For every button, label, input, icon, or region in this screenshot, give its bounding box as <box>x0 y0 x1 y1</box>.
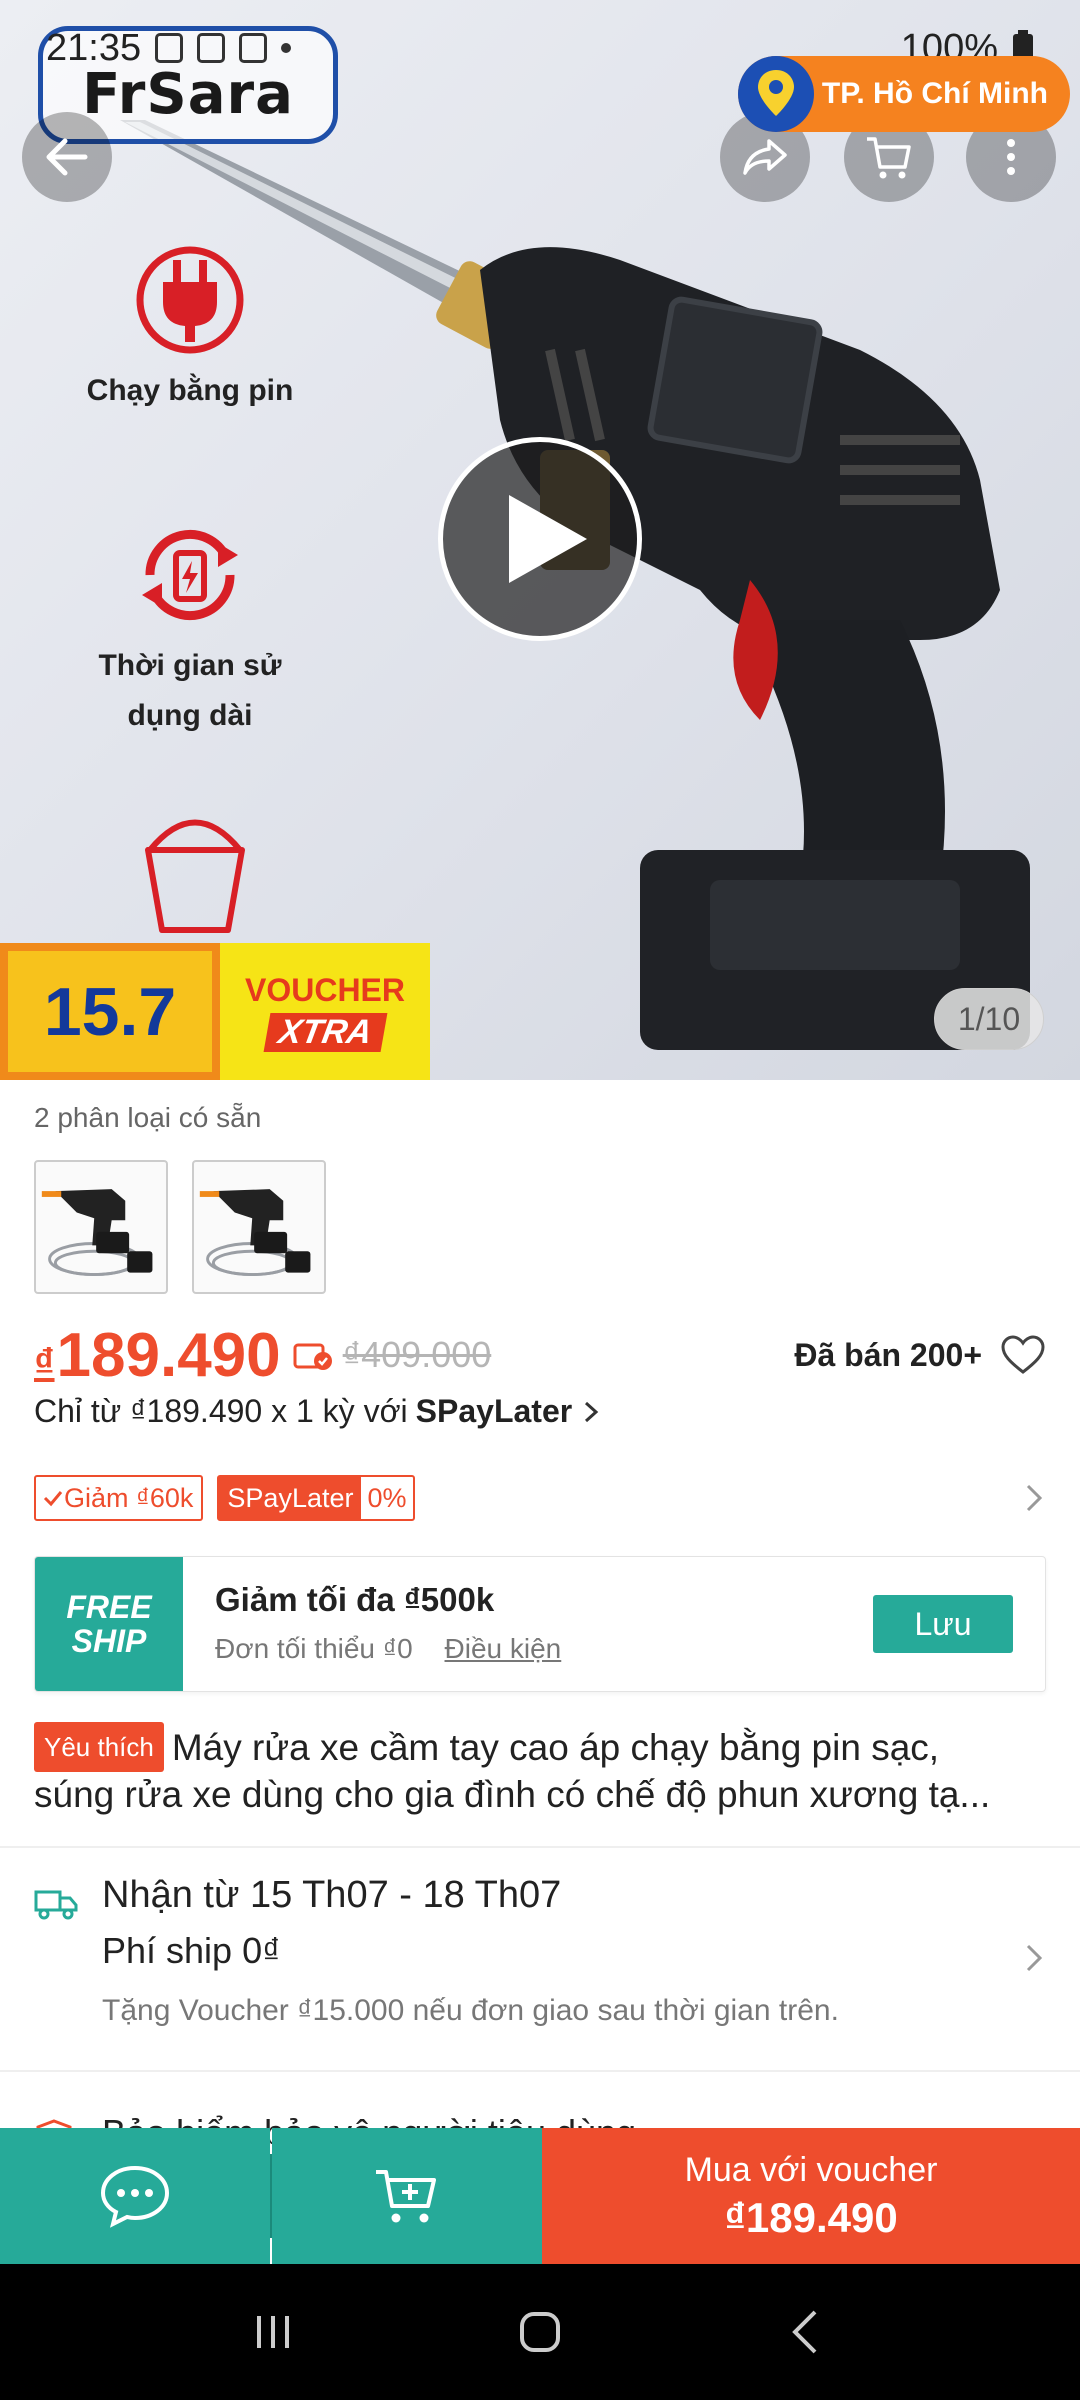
conditions-link[interactable]: Điều kiện <box>445 1633 562 1664</box>
feature-battery-label: Chạy bằng pin <box>86 374 294 407</box>
doc-notification-icon <box>155 33 184 63</box>
chat-icon <box>100 2165 170 2228</box>
back-icon[interactable] <box>777 2302 837 2362</box>
voucher-date: 15.7 <box>0 943 220 1080</box>
check-icon <box>43 1491 63 1507</box>
divider <box>0 1846 1080 1848</box>
status-time: 21:35 <box>46 26 142 69</box>
shipping-fee: Phí ship 0₫ <box>102 1930 281 1971</box>
clock-notification-icon <box>239 33 268 63</box>
image-counter: 1/10 <box>934 988 1044 1050</box>
price-row: ₫189.490 ₫409.000 Đã bán 200+ <box>34 1310 1046 1400</box>
chevron-right-icon <box>1026 1944 1043 1972</box>
gallery-notification-icon <box>197 33 226 63</box>
notification-icons <box>155 33 292 63</box>
variant-thumbnail[interactable] <box>34 1160 168 1294</box>
freeship-logo: FREE SHIP <box>35 1557 183 1691</box>
product-image-carousel[interactable]: 21:35 100% FrSara TP. Hồ Chí Minh Chạy b… <box>0 0 1080 1080</box>
location-pin-icon <box>737 56 814 132</box>
current-price: ₫189.490 <box>34 1320 281 1390</box>
play-icon <box>509 495 587 583</box>
feature-battery: Chạy bằng pin <box>60 240 320 416</box>
voucher-xtra-banner: 15.7 VOUCHER XTRA <box>0 943 430 1080</box>
cart-icon <box>867 137 911 179</box>
plug-icon <box>136 246 244 354</box>
spaylater-brand: SPayLater <box>415 1393 573 1429</box>
variant-image <box>199 1189 311 1276</box>
divider <box>0 2070 1080 2072</box>
share-icon <box>743 139 787 175</box>
promo-tags-row[interactable]: Giảm ₫60k SPayLater 0% <box>34 1474 1046 1522</box>
chevron-right-icon <box>585 1401 599 1422</box>
buy-with-voucher-button[interactable]: Mua với voucher ₫189.490 <box>542 2128 1080 2264</box>
back-button[interactable] <box>22 112 112 202</box>
late-delivery-voucher: Tặng Voucher ₫15.000 nếu đơn giao sau th… <box>102 1994 839 2027</box>
favorite-badge: Yêu thích <box>34 1722 164 1772</box>
heart-icon[interactable] <box>1000 1334 1046 1376</box>
voucher-xtra-label: VOUCHER XTRA <box>220 943 430 1080</box>
add-cart-icon <box>376 2170 436 2223</box>
freeship-voucher-card: FREE SHIP Giảm tối đa ₫500k Đơn tối thiể… <box>34 1556 1046 1692</box>
home-icon[interactable] <box>510 2302 570 2362</box>
play-video-button[interactable] <box>438 437 642 641</box>
location-badge[interactable]: TP. Hồ Chí Minh <box>737 56 1070 132</box>
more-vertical-icon <box>1007 139 1015 175</box>
variant-thumbnail[interactable] <box>192 1160 326 1294</box>
arrow-left-icon <box>46 138 88 176</box>
shipping-info[interactable]: Nhận từ 15 Th07 - 18 Th07 Phí ship 0₫ Tặ… <box>34 1874 1046 2054</box>
add-to-cart-button[interactable] <box>272 2128 542 2264</box>
variant-image <box>41 1189 153 1276</box>
variants-label: 2 phân loại có sẵn <box>34 1102 262 1133</box>
feature-runtime-label: Thời gian sử dụng dài <box>98 649 282 732</box>
system-navigation-bar <box>0 2264 1080 2400</box>
feature-long-runtime: Thời gian sử dụng dài <box>60 515 320 741</box>
location-label: TP. Hồ Chí Minh <box>821 77 1048 110</box>
discount-tag: Giảm ₫60k <box>34 1475 204 1521</box>
spaylater-installment[interactable]: Chỉ từ ₫189.490 x 1 kỳ với SPayLater <box>34 1393 604 1430</box>
chat-button[interactable] <box>0 2128 270 2264</box>
original-price: ₫409.000 <box>342 1334 492 1375</box>
bucket-icon <box>145 819 245 933</box>
truck-icon <box>34 1890 78 1920</box>
bottom-action-bar: Mua với voucher ₫189.490 <box>0 2128 1080 2264</box>
more-notifications-icon <box>281 43 292 53</box>
battery-cycle-icon <box>142 529 238 621</box>
sold-count: Đã bán 200+ <box>794 1336 982 1373</box>
coin-tag-icon <box>293 1343 332 1370</box>
delivery-date: Nhận từ 15 Th07 - 18 Th07 <box>102 1874 562 1916</box>
save-voucher-button[interactable]: Lưu <box>873 1595 1013 1653</box>
chevron-right-icon <box>1026 1484 1043 1512</box>
spaylater-tag: SPayLater 0% <box>217 1475 415 1521</box>
product-title: Yêu thích Máy rửa xe cầm tay cao áp chạy … <box>34 1722 1046 1818</box>
freeship-min-order: Đơn tối thiểu ₫0 <box>215 1633 413 1664</box>
recent-apps-icon[interactable] <box>243 2302 303 2362</box>
